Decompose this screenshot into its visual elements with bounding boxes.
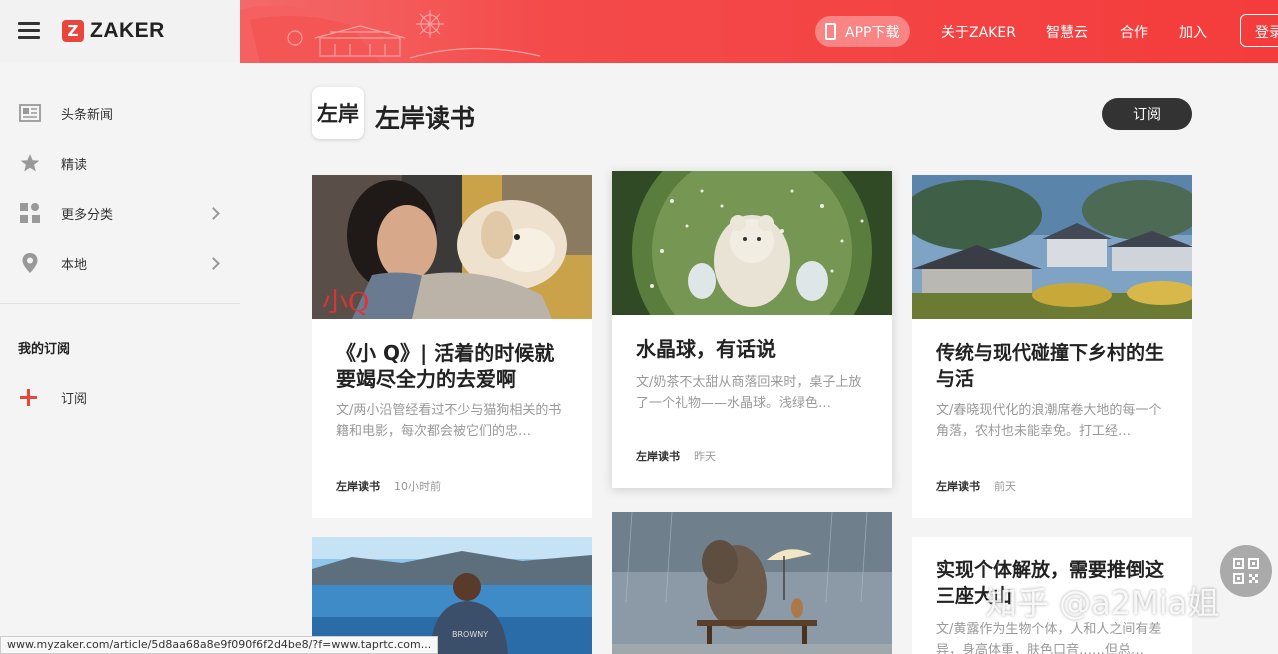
article-summary: 文/奶茶不太甜从商落回来时，桌子上放了一个礼物——水晶球。浅绿色… [636, 375, 862, 411]
nav-join[interactable]: 加入 [1179, 22, 1207, 42]
article-source[interactable]: 左岸读书 [336, 478, 380, 494]
login-button[interactable]: 登录 [1240, 14, 1278, 47]
sidebar-item-featured[interactable]: 精读 [0, 143, 240, 183]
star-icon [20, 154, 40, 172]
sidebar-item-headlines[interactable]: 头条新闻 [0, 93, 240, 133]
sidebar-item-label: 更多分类 [61, 207, 114, 223]
sidebar-item-label: 订阅 [61, 391, 88, 407]
subscribe-button[interactable]: 订阅 [1102, 98, 1192, 130]
article-title[interactable]: 传统与现代碰撞下乡村的生与活 [936, 340, 1166, 392]
article-source[interactable]: 左岸读书 [936, 478, 980, 494]
sidebar: 头条新闻 精读 更多分类 本地 我的订阅 订阅 [0, 63, 240, 654]
article-image-girl-puppy: 小Q [312, 175, 592, 319]
article-summary: 文/两小沿管经看过不少与猫狗相关的书籍和电影，每次都会被它们的忠… [336, 403, 562, 439]
location-pin-icon [22, 253, 38, 273]
article-card[interactable]: 水晶球，有话说 文/奶茶不太甜从商落回来时，桌子上放了一个礼物——水晶球。浅绿色… [612, 171, 892, 488]
article-summary: 文/春晓现代化的浪潮席卷大地的每一个角落，农村也未能幸免。打工经… [936, 403, 1162, 439]
article-time: 前天 [994, 480, 1016, 493]
newspaper-icon [19, 104, 41, 122]
app-download-label: APP下载 [845, 24, 900, 41]
article-card[interactable]: 传统与现代碰撞下乡村的生与活 文/春晓现代化的浪潮席卷大地的每一个角落，农村也未… [912, 175, 1192, 518]
qr-code-button[interactable] [1220, 545, 1272, 597]
chevron-right-icon [207, 206, 220, 220]
phone-icon [825, 23, 836, 40]
hamburger-menu-icon[interactable] [18, 22, 40, 40]
article-time: 昨天 [694, 450, 716, 463]
sidebar-item-label: 头条新闻 [61, 107, 114, 123]
sidebar-item-local[interactable]: 本地 [0, 243, 240, 283]
svg-text:BROWNY: BROWNY [452, 630, 488, 639]
my-subscriptions-heading: 我的订阅 [18, 342, 71, 357]
channel-logo: 左岸 [312, 87, 364, 139]
article-card[interactable] [612, 512, 892, 654]
nav-cooperate[interactable]: 合作 [1120, 22, 1148, 42]
chevron-right-icon [207, 256, 220, 270]
zaker-logo-mark: Z [62, 20, 84, 42]
sidebar-item-label: 本地 [61, 257, 88, 273]
app-download-button[interactable]: APP下载 [815, 16, 910, 47]
article-title[interactable]: 《小 Q》| 活着的时候就要竭尽全力的去爱啊 [336, 340, 566, 392]
article-image-elephant-umbrella [612, 512, 892, 654]
article-card[interactable]: 小Q 《小 Q》| 活着的时候就要竭尽全力的去爱啊 文/两小沿管经看过不少与猫狗… [312, 175, 592, 518]
qr-code-icon [1233, 558, 1259, 584]
article-source[interactable]: 左岸读书 [636, 448, 680, 464]
channel-title: 左岸读书 [375, 104, 476, 133]
article-title[interactable]: 水晶球，有话说 [636, 336, 866, 362]
zaker-logo-text: ZAKER [90, 19, 165, 42]
grid-icon [20, 203, 40, 223]
sidebar-item-categories[interactable]: 更多分类 [0, 193, 240, 233]
sidebar-item-label: 精读 [61, 157, 88, 173]
browser-status-url: www.myzaker.com/article/5d8aa68a8e9f090f… [0, 636, 439, 654]
sidebar-divider [0, 303, 240, 304]
article-summary: 文/黄露作为生物个体，人和人之间有差异，身高体重，肤色口音……但总… [936, 622, 1162, 654]
zaker-logo[interactable]: Z ZAKER [62, 19, 165, 43]
nav-about[interactable]: 关于ZAKER [941, 22, 1016, 42]
zhihu-watermark: 知乎 @a2Mia姐 [985, 584, 1220, 622]
article-image-crystal-ball [612, 171, 892, 371]
nav-smart-cloud[interactable]: 智慧云 [1046, 22, 1088, 42]
plus-icon [20, 388, 37, 406]
article-image-village [912, 175, 1192, 319]
sidebar-item-subscribe[interactable]: 订阅 [0, 377, 240, 417]
article-time: 10小时前 [394, 480, 441, 493]
top-header: Z ZAKER APP下载 关于ZAKER 智慧云 合作 加入 登录 [0, 0, 1278, 63]
festive-decoration [240, 5, 540, 63]
svg-text:小Q: 小Q [322, 288, 369, 318]
